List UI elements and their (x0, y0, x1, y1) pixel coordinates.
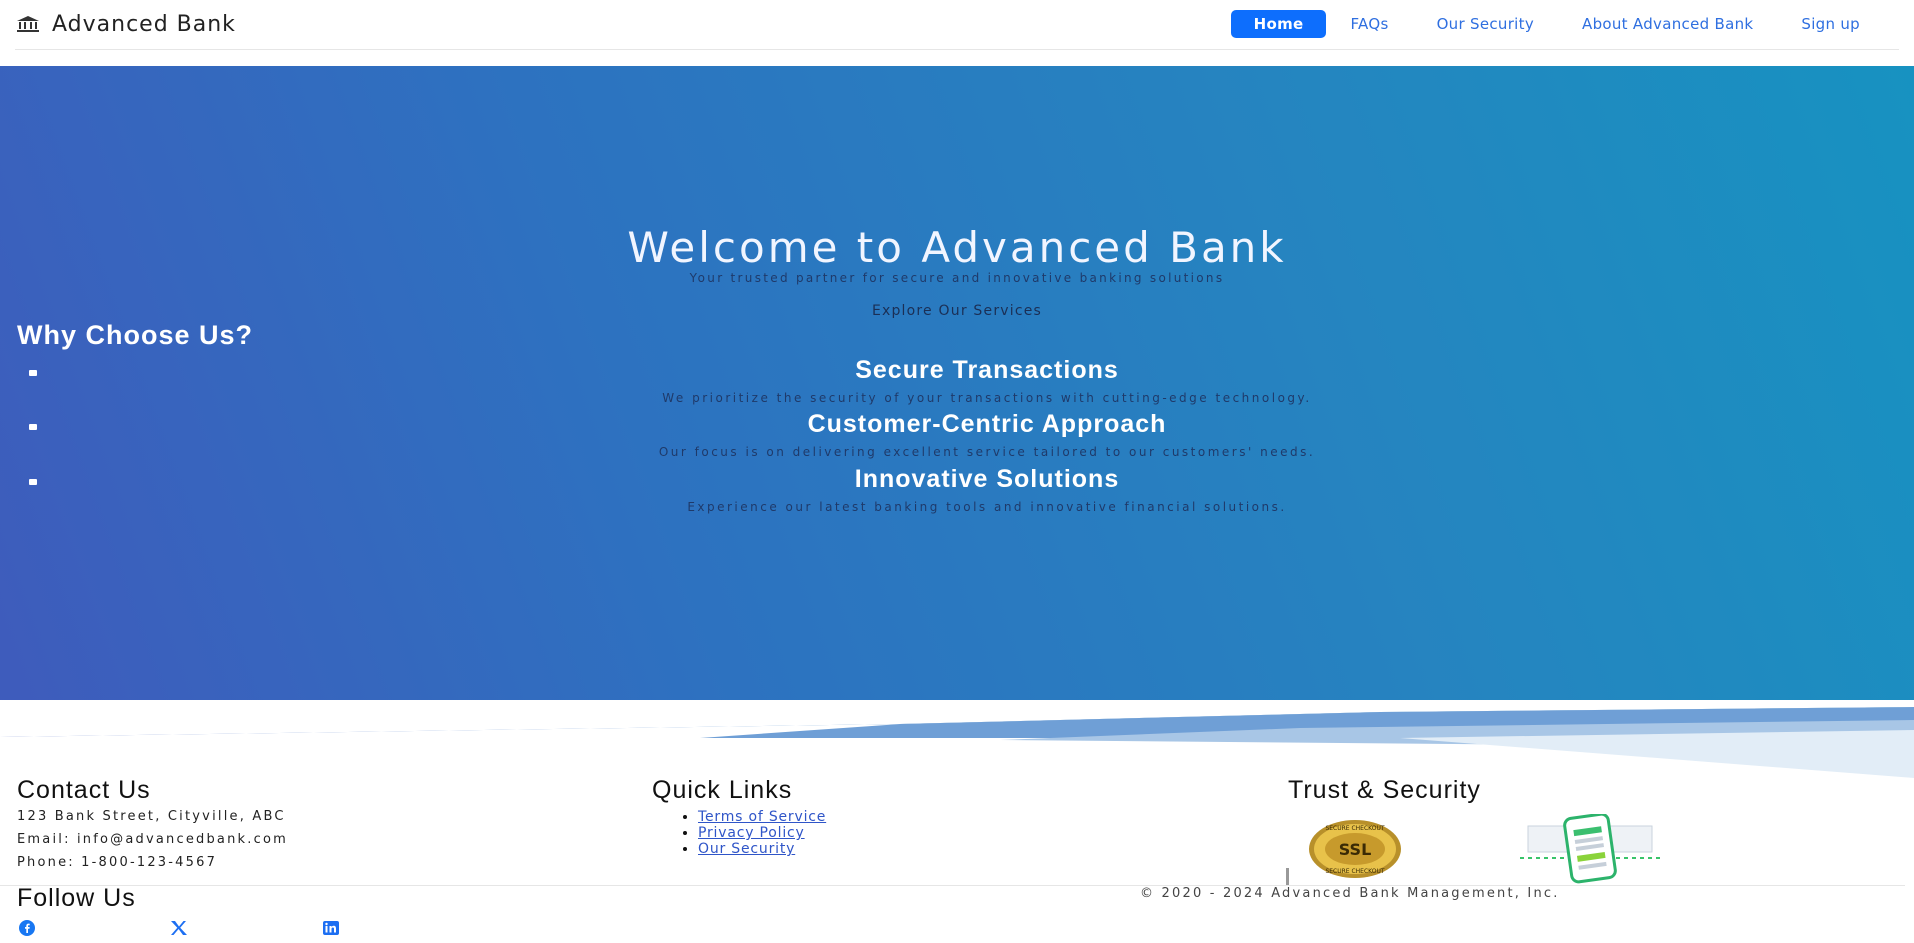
contact-email: Email: info@advancedbank.com (17, 832, 288, 847)
feature-description: We prioritize the security of your trans… (662, 391, 1312, 405)
nav-our-security[interactable]: Our Security (1413, 10, 1558, 38)
our-security-link[interactable]: Our Security (698, 841, 795, 857)
feature-title: Customer-Centric Approach (807, 410, 1167, 438)
quick-links-section: Quick Links Terms of Service Privacy Pol… (652, 776, 826, 857)
navbar: Advanced Bank Home FAQs Our Security Abo… (0, 0, 1914, 50)
ssl-top-text: SECURE CHECKOUT (1325, 825, 1384, 832)
ssl-bottom-text: SECURE CHECKOUT (1325, 868, 1384, 875)
trust-security-section: Trust & Security SSL SECURE CHECKOUT SEC… (1286, 776, 1660, 886)
feature-title: Innovative Solutions (854, 465, 1120, 493)
ssl-seal-icon: SSL SECURE CHECKOUT SECURE CHECKOUT (1309, 820, 1401, 878)
privacy-policy-link[interactable]: Privacy Policy (698, 825, 805, 841)
bullet-icon (29, 479, 37, 485)
x-icon[interactable] (169, 920, 189, 936)
why-choose-us-heading: Why Choose Us? (17, 320, 254, 350)
quick-links-list: Terms of Service Privacy Policy Our Secu… (652, 809, 826, 857)
terms-of-service-link[interactable]: Terms of Service (698, 809, 826, 825)
linkedin-icon[interactable] (321, 920, 341, 936)
bullet-icon (29, 370, 37, 376)
follow-us-heading: Follow Us (17, 884, 136, 912)
badge-divider (1286, 868, 1289, 886)
nav-links: Home FAQs Our Security About Advanced Ba… (1230, 10, 1884, 38)
explore-services-link[interactable]: Explore Our Services (0, 303, 1914, 319)
hero-subtitle: Your trusted partner for secure and inno… (689, 271, 1225, 285)
bullet-icon (29, 424, 37, 430)
nav-faqs[interactable]: FAQs (1326, 10, 1412, 38)
list-item: Our Security (698, 841, 826, 857)
list-item: Privacy Policy (698, 825, 826, 841)
social-links (17, 920, 473, 936)
footer: Contact Us 123 Bank Street, Cityville, A… (0, 770, 1914, 943)
hero-section: Welcome to Advanced Bank Your trusted pa… (0, 66, 1914, 746)
brand[interactable]: Advanced Bank (16, 9, 236, 39)
follow-us-section: Follow Us (17, 884, 136, 913)
quick-links-heading: Quick Links (652, 776, 793, 804)
brand-name: Advanced Bank (52, 11, 236, 37)
feature-title: Secure Transactions (855, 356, 1119, 384)
feature-description: Our focus is on delivering excellent ser… (658, 445, 1316, 459)
contact-address: 123 Bank Street, Cityville, ABC (17, 809, 286, 824)
footer-divider (0, 885, 1905, 886)
trust-heading: Trust & Security (1288, 776, 1481, 804)
contact-phone: Phone: 1-800-123-4567 (17, 855, 218, 870)
nav-sign-up[interactable]: Sign up (1777, 10, 1884, 38)
hero-title: Welcome to Advanced Bank (627, 223, 1287, 272)
navbar-divider (15, 49, 1899, 50)
contact-heading: Contact Us (17, 776, 151, 804)
contact-section: Contact Us 123 Bank Street, Cityville, A… (17, 776, 288, 870)
facebook-icon[interactable] (17, 920, 37, 936)
list-item: Terms of Service (698, 809, 826, 825)
bank-icon (17, 16, 39, 32)
feature-description: Experience our latest banking tools and … (687, 500, 1287, 514)
ssl-text: SSL (1339, 840, 1372, 859)
nav-home[interactable]: Home (1230, 10, 1327, 38)
copyright-text: © 2020 - 2024 Advanced Bank Management, … (1140, 886, 1560, 901)
nav-about[interactable]: About Advanced Bank (1558, 10, 1777, 38)
verified-phone-icon (1520, 814, 1660, 884)
